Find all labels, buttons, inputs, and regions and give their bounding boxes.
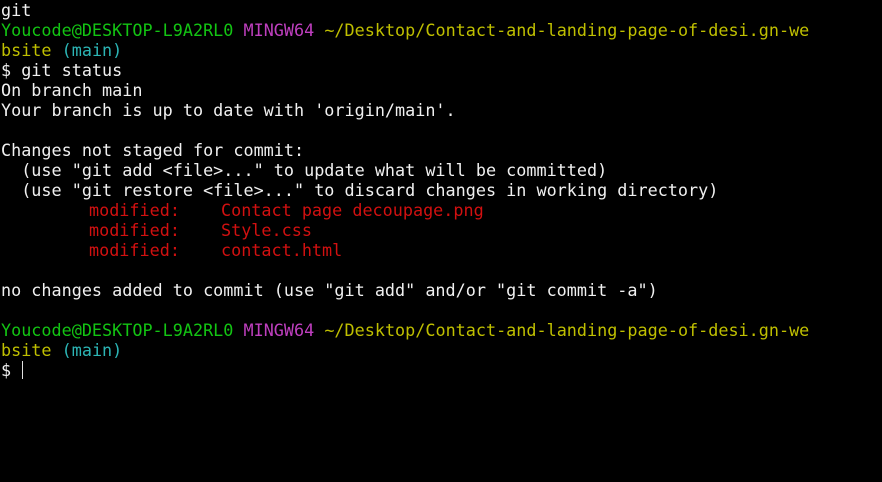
prompt-path-continued: bsite	[1, 340, 52, 360]
modified-file-row: modified: Style.css	[1, 220, 882, 240]
modified-filename: contact.html	[221, 240, 343, 260]
prompt-line-1-wrap: bsite (main)	[1, 40, 882, 60]
prompt-line-2: Youcode@DESKTOP-L9A2RL0 MINGW64 ~/Deskto…	[1, 320, 882, 340]
prompt-path-continued: bsite	[1, 40, 52, 60]
prompt-branch: (main)	[61, 340, 123, 360]
text-cursor[interactable]	[22, 361, 24, 379]
status-summary: no changes added to commit (use "git add…	[1, 280, 658, 300]
modified-label: modified:	[89, 240, 180, 260]
prompt-msystem: MINGW64	[243, 320, 315, 340]
status-hint-restore: (use "git restore <file>..." to discard …	[1, 180, 719, 200]
modified-filename: Contact page decoupage.png	[221, 200, 484, 220]
modified-label: modified:	[89, 220, 180, 240]
command-line: $ git status	[1, 60, 123, 80]
modified-file-row: modified: Contact page decoupage.png	[1, 200, 882, 220]
prompt-path: ~/Desktop/Contact-and-landing-page-of-de…	[324, 320, 810, 340]
prompt-user-host: Youcode@DESKTOP-L9A2RL0	[1, 320, 234, 340]
status-up-to-date: Your branch is up to date with 'origin/m…	[1, 100, 456, 120]
input-line[interactable]: $	[1, 360, 882, 380]
input-prompt-symbol: $	[1, 360, 22, 380]
prompt-user-host: Youcode@DESKTOP-L9A2RL0	[1, 20, 234, 40]
status-on-branch: On branch main	[1, 80, 143, 100]
prompt-msystem: MINGW64	[243, 20, 315, 40]
prompt-line-2-wrap: bsite (main)	[1, 340, 882, 360]
modified-label: modified:	[89, 200, 180, 220]
modified-file-row: modified: contact.html	[1, 240, 882, 260]
output-line-git: git	[1, 0, 32, 20]
prompt-line-1: Youcode@DESKTOP-L9A2RL0 MINGW64 ~/Deskto…	[1, 20, 882, 40]
prompt-path: ~/Desktop/Contact-and-landing-page-of-de…	[324, 20, 810, 40]
modified-filename: Style.css	[221, 220, 312, 240]
status-changes-header: Changes not staged for commit:	[1, 140, 305, 160]
terminal-window[interactable]: git Youcode@DESKTOP-L9A2RL0 MINGW64 ~/De…	[0, 0, 882, 482]
prompt-branch: (main)	[61, 40, 123, 60]
status-hint-add: (use "git add <file>..." to update what …	[1, 160, 608, 180]
